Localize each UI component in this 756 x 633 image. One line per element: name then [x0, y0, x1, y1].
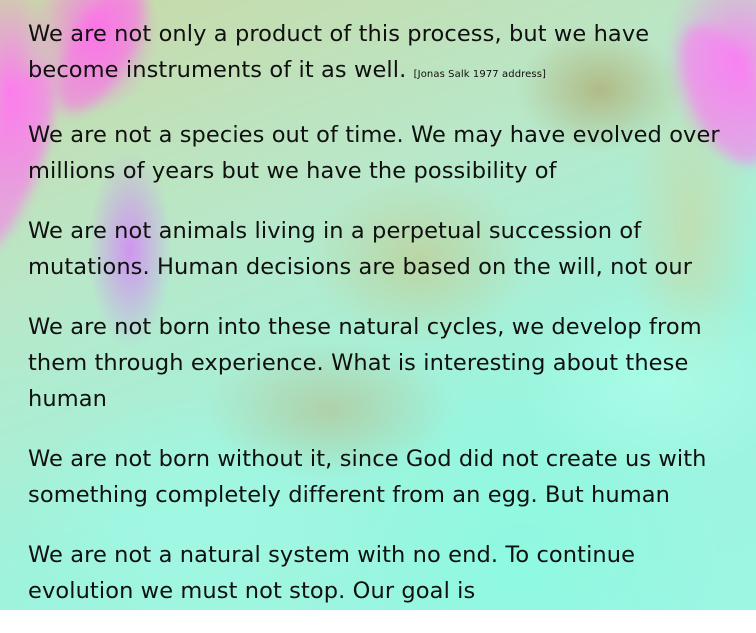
quote-text-6: We are not a natural system with no end.…: [28, 542, 636, 604]
quote-paragraph-1: We are not only a product of this proces…: [28, 16, 728, 93]
quote-list: We are not only a product of this proces…: [28, 16, 728, 633]
quote-citation: [Jonas Salk 1977 address]: [413, 69, 547, 80]
quote-text-3: We are not animals living in a perpetual…: [28, 218, 693, 280]
quote-paragraph-6: We are not a natural system with no end.…: [28, 537, 728, 609]
quote-paragraph-3: We are not animals living in a perpetual…: [28, 213, 728, 285]
quote-text-1: We are not only a product of this proces…: [28, 21, 650, 83]
quote-paragraph-4: We are not born into these natural cycle…: [28, 309, 728, 417]
quote-text-2: We are not a species out of time. We may…: [28, 122, 720, 184]
quote-paragraph-5: We are not born without it, since God di…: [28, 441, 728, 513]
quote-text-5: We are not born without it, since God di…: [28, 446, 707, 508]
quote-paragraph-2: We are not a species out of time. We may…: [28, 117, 728, 189]
quote-text-4: We are not born into these natural cycle…: [28, 314, 702, 412]
